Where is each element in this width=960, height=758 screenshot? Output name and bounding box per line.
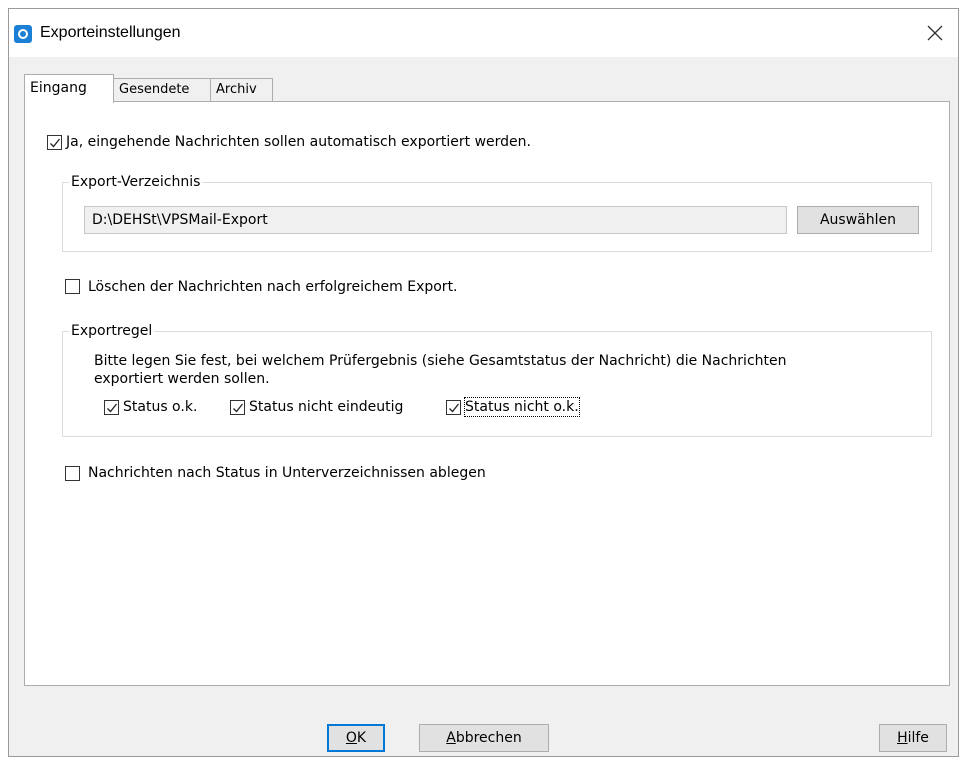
window-title: Exporteinstellungen <box>40 24 181 41</box>
delete-after-export-checkbox[interactable] <box>65 279 80 294</box>
help-button[interactable]: Hilfe <box>879 724 947 752</box>
cancel-label-rest: bbrechen <box>455 730 522 746</box>
help-mnemonic: H <box>897 730 908 746</box>
status-ok-label: Status o.k. <box>123 399 198 415</box>
ok-mnemonic: O <box>345 730 357 746</box>
cancel-mnemonic: A <box>446 730 456 746</box>
export-directory-title: Export-Verzeichnis <box>69 173 203 191</box>
checkmark-icon <box>50 138 61 148</box>
export-rule-title: Exportregel <box>69 322 155 340</box>
app-logo-icon <box>14 25 32 43</box>
status-unclear-label: Status nicht eindeutig <box>249 399 404 415</box>
status-unclear-checkbox[interactable] <box>230 400 245 415</box>
delete-after-export-label: Löschen der Nachrichten nach erfolgreich… <box>88 279 458 295</box>
checkmark-icon <box>233 403 244 413</box>
close-button[interactable] <box>912 9 958 57</box>
subfolders-label: Nachrichten nach Status in Unterverzeich… <box>88 465 486 481</box>
title-bar[interactable]: Exporteinstellungen <box>9 9 958 57</box>
ok-label-rest: K <box>356 730 367 746</box>
cancel-button[interactable]: Abbrechen <box>419 724 549 752</box>
checkmark-icon <box>449 403 460 413</box>
dialog-window: Exporteinstellungen Eingang Gesendete Ar… <box>8 8 959 757</box>
status-not-ok-checkbox[interactable] <box>446 400 461 415</box>
ok-button[interactable]: OK <box>327 724 385 752</box>
subfolders-checkbox[interactable] <box>65 466 80 481</box>
select-directory-button[interactable]: Auswählen <box>797 206 919 234</box>
help-label-rest: ilfe <box>907 730 929 746</box>
checkmark-icon <box>107 403 118 413</box>
export-rule-description-line1: Bitte legen Sie fest, bei welchem Prüfer… <box>94 353 787 369</box>
close-icon <box>927 25 943 41</box>
tab-gesendete[interactable]: Gesendete <box>113 78 211 102</box>
tab-panel-eingang: Ja, eingehende Nachrichten sollen automa… <box>24 101 950 686</box>
status-ok-checkbox[interactable] <box>104 400 119 415</box>
export-path-field[interactable]: D:\DEHSt\VPSMail-Export <box>84 206 787 234</box>
tab-eingang[interactable]: Eingang <box>24 74 114 103</box>
status-not-ok-label: Status nicht o.k. <box>464 397 580 417</box>
tab-archiv[interactable]: Archiv <box>210 78 273 102</box>
auto-export-checkbox[interactable] <box>47 135 62 150</box>
export-rule-description-line2: exportiert werden sollen. <box>94 371 270 387</box>
auto-export-label: Ja, eingehende Nachrichten sollen automa… <box>66 134 531 150</box>
